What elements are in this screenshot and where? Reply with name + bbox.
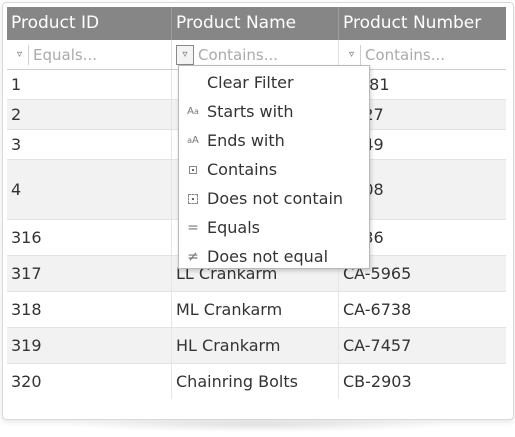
cell-product-name: HL Crankarm xyxy=(172,328,339,363)
cell-product-id: 1 xyxy=(7,70,172,99)
filter-icon[interactable]: ▿ xyxy=(343,44,361,65)
menu-item-clear-filter[interactable]: Clear Filter xyxy=(179,68,369,97)
menu-item-does-not-contain[interactable]: Does not contain xyxy=(179,184,369,213)
menu-item-label: Clear Filter xyxy=(207,73,294,92)
filter-input-product-number[interactable] xyxy=(365,45,485,64)
not-equal-icon: ≠ xyxy=(187,248,199,265)
cell-product-id: 317 xyxy=(7,256,172,291)
filter-icon[interactable]: ▿ xyxy=(11,44,29,65)
menu-item-label: Ends with xyxy=(207,131,285,150)
table-row[interactable]: 319 HL Crankarm CA-7457 xyxy=(7,328,506,364)
cell-product-name: Chainring Bolts xyxy=(172,364,339,399)
cell-product-id: 2 xyxy=(7,100,172,129)
filter-icon[interactable]: ▿ xyxy=(176,44,194,65)
menu-item-starts-with[interactable]: Aa Starts with xyxy=(179,97,369,126)
cell-product-number: CA-6738 xyxy=(343,300,412,319)
filter-cell-product-id: ▿ xyxy=(7,40,172,69)
menu-item-label: Starts with xyxy=(207,102,294,121)
menu-item-label: Contains xyxy=(207,160,278,179)
filter-operator-menu: Clear Filter Aa Starts with aA Ends with… xyxy=(178,65,370,269)
menu-item-does-not-equal[interactable]: ≠ Does not equal xyxy=(179,242,369,271)
menu-item-contains[interactable]: Contains xyxy=(179,155,369,184)
frame-shadow xyxy=(60,418,455,432)
table-row[interactable]: 318 ML Crankarm CA-6738 xyxy=(7,292,506,328)
cell-product-name: ML Crankarm xyxy=(172,292,339,327)
cell-product-id: 316 xyxy=(7,220,172,255)
menu-item-label: Does not equal xyxy=(207,247,329,266)
grid-header: Product ID Product Name Product Number xyxy=(7,7,506,40)
cell-product-id: 4 xyxy=(7,160,172,219)
filter-input-product-name[interactable] xyxy=(198,45,318,64)
does-not-contain-icon xyxy=(179,193,207,204)
cell-product-id: 320 xyxy=(7,364,172,399)
menu-item-label: Does not contain xyxy=(207,189,344,208)
table-row[interactable]: 320 Chainring Bolts CB-2903 xyxy=(7,364,506,399)
cell-product-id: 318 xyxy=(7,292,172,327)
column-header-product-name[interactable]: Product Name xyxy=(172,7,339,40)
filter-input-product-id[interactable] xyxy=(33,45,153,64)
cell-product-id: 319 xyxy=(7,328,172,363)
cell-product-number: CA-7457 xyxy=(343,336,412,355)
menu-item-ends-with[interactable]: aA Ends with xyxy=(179,126,369,155)
menu-item-equals[interactable]: = Equals xyxy=(179,213,369,242)
column-header-product-number[interactable]: Product Number xyxy=(339,7,506,40)
contains-icon xyxy=(179,165,207,174)
cell-product-number: CB-2903 xyxy=(343,372,412,391)
starts-with-icon: Aa xyxy=(187,106,199,117)
cell-product-id: 3 xyxy=(7,130,172,159)
equals-icon: = xyxy=(187,219,199,236)
column-header-product-id[interactable]: Product ID xyxy=(7,7,172,40)
menu-item-label: Equals xyxy=(207,218,260,237)
ends-with-icon: aA xyxy=(187,135,199,146)
